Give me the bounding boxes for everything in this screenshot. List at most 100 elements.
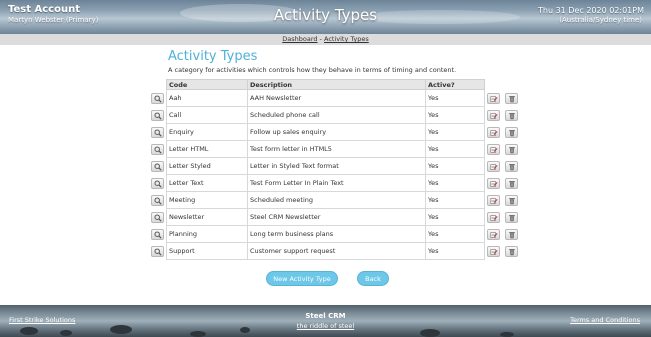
edit-icon	[489, 231, 498, 238]
edit-icon	[489, 112, 498, 119]
footer-banner: First Strike Solutions Steel CRM the rid…	[0, 305, 651, 337]
table-row: Support Customer support request Yes	[166, 242, 485, 260]
magnifier-icon	[153, 94, 162, 103]
edit-icon	[489, 248, 498, 255]
column-header-code[interactable]: Code	[166, 79, 248, 90]
trash-icon	[508, 197, 515, 204]
edit-button[interactable]	[487, 195, 500, 206]
breadcrumb-dashboard-link[interactable]: Dashboard	[282, 35, 317, 43]
magnifier-icon	[153, 128, 162, 137]
magnifier-icon	[153, 145, 162, 154]
activity-types-table: Code Description Active? Aah AAH Newslett…	[166, 79, 485, 260]
edit-button[interactable]	[487, 127, 500, 138]
cell-description: Letter in Styled Text format	[247, 157, 426, 175]
cell-code: Newsletter	[166, 208, 248, 226]
table-row: Newsletter Steel CRM Newsletter Yes	[166, 208, 485, 226]
cell-description: AAH Newsletter	[247, 89, 426, 107]
edit-button[interactable]	[487, 110, 500, 121]
view-button[interactable]	[151, 93, 164, 104]
cell-description: Follow up sales enquiry	[247, 123, 426, 141]
magnifier-icon	[153, 162, 162, 171]
view-button[interactable]	[151, 144, 164, 155]
view-button[interactable]	[151, 195, 164, 206]
column-header-description[interactable]: Description	[247, 79, 426, 90]
table-header-row: Code Description Active?	[166, 79, 485, 90]
edit-button[interactable]	[487, 212, 500, 223]
cell-code: Letter HTML	[166, 140, 248, 158]
back-button[interactable]: Back	[357, 271, 389, 286]
delete-button[interactable]	[505, 178, 518, 189]
magnifier-icon	[153, 196, 162, 205]
breadcrumb-current-link[interactable]: Activity Types	[324, 35, 369, 43]
header-timezone: (Australia/Sydney time)	[559, 16, 642, 24]
page-title: Activity Types	[168, 49, 258, 64]
new-activity-type-button[interactable]: New Activity Type	[266, 271, 338, 286]
view-button[interactable]	[151, 110, 164, 121]
delete-button[interactable]	[505, 161, 518, 172]
table-row: Letter Text Test Form Letter In Plain Tex…	[166, 174, 485, 192]
edit-button[interactable]	[487, 144, 500, 155]
trash-icon	[508, 214, 515, 221]
edit-button[interactable]	[487, 93, 500, 104]
cell-active: Yes	[425, 89, 485, 107]
trash-icon	[508, 248, 515, 255]
view-button[interactable]	[151, 127, 164, 138]
header-datetime: Thu 31 Dec 2020 02:01PM	[538, 6, 644, 15]
cell-active: Yes	[425, 140, 485, 158]
table-row: Letter Styled Letter in Styled Text forma…	[166, 157, 485, 175]
footer-rock	[190, 331, 206, 337]
cell-active: Yes	[425, 225, 485, 243]
edit-button[interactable]	[487, 229, 500, 240]
cell-active: Yes	[425, 123, 485, 141]
trash-icon	[508, 95, 515, 102]
cell-active: Yes	[425, 157, 485, 175]
cell-description: Scheduled meeting	[247, 191, 426, 209]
magnifier-icon	[153, 179, 162, 188]
cell-code: Letter Text	[166, 174, 248, 192]
delete-button[interactable]	[505, 229, 518, 240]
footer-rock	[60, 330, 72, 336]
breadcrumb: Dashboard - Activity Types	[0, 34, 651, 45]
trash-icon	[508, 146, 515, 153]
delete-button[interactable]	[505, 212, 518, 223]
edit-icon	[489, 95, 498, 102]
trash-icon	[508, 180, 515, 187]
view-button[interactable]	[151, 229, 164, 240]
edit-icon	[489, 146, 498, 153]
cell-code: Call	[166, 106, 248, 124]
cell-active: Yes	[425, 208, 485, 226]
footer-tagline-link[interactable]: the riddle of steel	[0, 322, 651, 330]
table-row: Letter HTML Test form letter in HTML5 Yes	[166, 140, 485, 158]
trash-icon	[508, 112, 515, 119]
trash-icon	[508, 163, 515, 170]
footer-product-name: Steel CRM	[305, 312, 346, 320]
edit-button[interactable]	[487, 161, 500, 172]
delete-button[interactable]	[505, 93, 518, 104]
page-description: A category for activities which controls…	[168, 66, 457, 74]
view-button[interactable]	[151, 161, 164, 172]
edit-icon	[489, 163, 498, 170]
view-button[interactable]	[151, 212, 164, 223]
delete-button[interactable]	[505, 195, 518, 206]
footer-terms-link[interactable]: Terms and Conditions	[570, 316, 640, 324]
delete-button[interactable]	[505, 127, 518, 138]
cell-description: Steel CRM Newsletter	[247, 208, 426, 226]
view-button[interactable]	[151, 178, 164, 189]
delete-button[interactable]	[505, 144, 518, 155]
delete-button[interactable]	[505, 246, 518, 257]
delete-button[interactable]	[505, 110, 518, 121]
magnifier-icon	[153, 247, 162, 256]
view-button[interactable]	[151, 246, 164, 257]
column-header-active[interactable]: Active?	[425, 79, 485, 90]
cell-active: Yes	[425, 106, 485, 124]
table-row: Meeting Scheduled meeting Yes	[166, 191, 485, 209]
footer-rock	[420, 329, 440, 337]
cell-code: Meeting	[166, 191, 248, 209]
cell-description: Customer support request	[247, 242, 426, 260]
edit-button[interactable]	[487, 246, 500, 257]
table-body: Aah AAH Newsletter Yes Call Scheduled phone …	[166, 89, 485, 260]
edit-button[interactable]	[487, 178, 500, 189]
cell-code: Support	[166, 242, 248, 260]
edit-icon	[489, 197, 498, 204]
cell-description: Scheduled phone call	[247, 106, 426, 124]
